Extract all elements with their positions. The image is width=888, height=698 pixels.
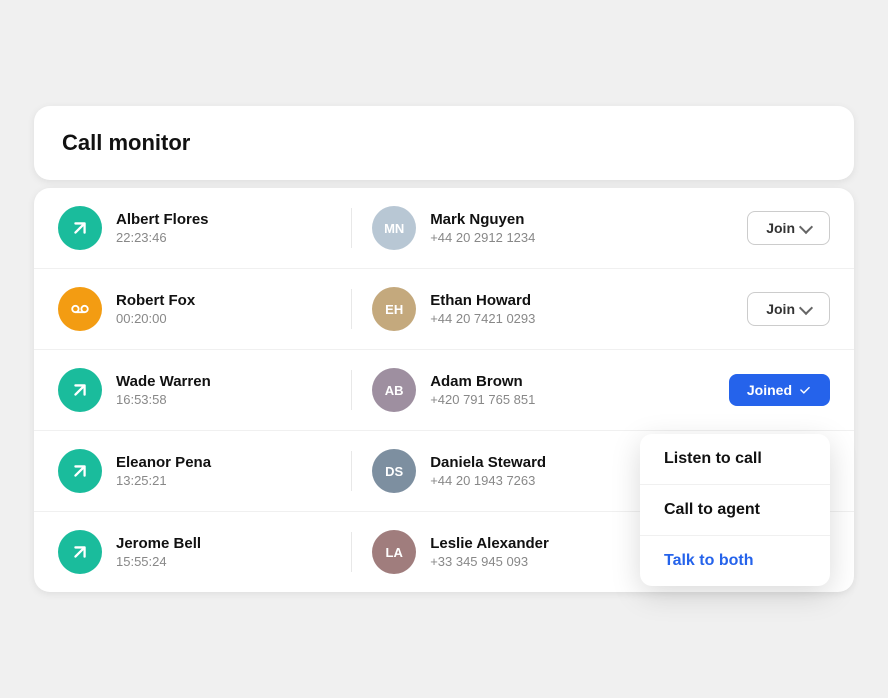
customer-initials: EH <box>385 302 403 317</box>
divider <box>351 289 352 329</box>
agent-avatar <box>58 206 102 250</box>
voicemail-icon <box>69 298 91 320</box>
join-button[interactable]: Join <box>747 211 830 245</box>
agent-name: Robert Fox <box>116 292 195 309</box>
call-row: Wade Warren 16:53:58 AB Adam Brown +420 … <box>34 350 854 431</box>
customer-phone: +44 20 7421 0293 <box>430 311 535 326</box>
divider <box>351 370 352 410</box>
agent-avatar <box>58 449 102 493</box>
call-monitor-list: Albert Flores 22:23:46 MN Mark Nguyen +4… <box>34 188 854 592</box>
app-wrapper: Call monitor Albert Flores 22:23:46 MN <box>34 106 854 592</box>
agent-avatar <box>58 368 102 412</box>
customer-info: Leslie Alexander +33 345 945 093 <box>430 535 549 569</box>
agent-name: Eleanor Pena <box>116 454 211 471</box>
customer-phone: +420 791 765 851 <box>430 392 535 407</box>
customer-name: Ethan Howard <box>430 292 535 309</box>
page-title: Call monitor <box>62 130 826 156</box>
customer-photo: EH <box>372 287 416 331</box>
agent-time: 00:20:00 <box>116 311 195 326</box>
customer-initials: MN <box>384 221 404 236</box>
talk-to-both-item[interactable]: Talk to both <box>640 536 830 586</box>
customer-section: AB Adam Brown +420 791 765 851 <box>372 368 700 412</box>
agent-section: Wade Warren 16:53:58 <box>58 368 331 412</box>
customer-info: Adam Brown +420 791 765 851 <box>430 373 535 407</box>
agent-info: Eleanor Pena 13:25:21 <box>116 454 211 488</box>
agent-time: 13:25:21 <box>116 473 211 488</box>
agent-time: 15:55:24 <box>116 554 201 569</box>
customer-phone: +44 20 2912 1234 <box>430 230 535 245</box>
agent-section: Eleanor Pena 13:25:21 <box>58 449 331 493</box>
listen-to-call-item[interactable]: Listen to call <box>640 434 830 485</box>
chevron-down-icon <box>799 300 813 314</box>
customer-name: Leslie Alexander <box>430 535 549 552</box>
customer-photo: AB <box>372 368 416 412</box>
customer-phone: +44 20 1943 7263 <box>430 473 546 488</box>
customer-name: Daniela Steward <box>430 454 546 471</box>
customer-initials: LA <box>386 545 403 560</box>
checkmark-icon <box>798 383 812 397</box>
arrow-up-right-icon <box>69 460 91 482</box>
agent-avatar <box>58 287 102 331</box>
agent-section: Albert Flores 22:23:46 <box>58 206 331 250</box>
join-button[interactable]: Join <box>747 292 830 326</box>
customer-info: Ethan Howard +44 20 7421 0293 <box>430 292 535 326</box>
customer-phone: +33 345 945 093 <box>430 554 549 569</box>
divider <box>351 208 352 248</box>
joined-label: Joined <box>747 382 792 398</box>
join-label: Join <box>766 220 795 236</box>
agent-name: Albert Flores <box>116 211 209 228</box>
agent-name: Jerome Bell <box>116 535 201 552</box>
agent-section: Robert Fox 00:20:00 <box>58 287 331 331</box>
agent-section: Jerome Bell 15:55:24 <box>58 530 331 574</box>
customer-info: Daniela Steward +44 20 1943 7263 <box>430 454 546 488</box>
agent-time: 22:23:46 <box>116 230 209 245</box>
chevron-down-icon <box>799 219 813 233</box>
joined-button[interactable]: Joined <box>729 374 830 406</box>
header-card: Call monitor <box>34 106 854 180</box>
agent-time: 16:53:58 <box>116 392 211 407</box>
customer-initials: DS <box>385 464 403 479</box>
arrow-up-right-icon <box>69 541 91 563</box>
customer-initials: AB <box>385 383 404 398</box>
action-area: Join <box>700 292 830 326</box>
agent-info: Robert Fox 00:20:00 <box>116 292 195 326</box>
agent-avatar <box>58 530 102 574</box>
call-row: Albert Flores 22:23:46 MN Mark Nguyen +4… <box>34 188 854 269</box>
join-label: Join <box>766 301 795 317</box>
agent-info: Wade Warren 16:53:58 <box>116 373 211 407</box>
customer-section: EH Ethan Howard +44 20 7421 0293 <box>372 287 700 331</box>
call-row: Robert Fox 00:20:00 EH Ethan Howard +44 … <box>34 269 854 350</box>
divider <box>351 451 352 491</box>
agent-name: Wade Warren <box>116 373 211 390</box>
customer-photo: DS <box>372 449 416 493</box>
customer-info: Mark Nguyen +44 20 2912 1234 <box>430 211 535 245</box>
customer-photo: MN <box>372 206 416 250</box>
divider <box>351 532 352 572</box>
agent-info: Albert Flores 22:23:46 <box>116 211 209 245</box>
agent-info: Jerome Bell 15:55:24 <box>116 535 201 569</box>
action-area: Joined Listen to call Call to agent Talk… <box>700 374 830 406</box>
dropdown-menu: Listen to call Call to agent Talk to bot… <box>640 434 830 586</box>
customer-name: Adam Brown <box>430 373 535 390</box>
customer-name: Mark Nguyen <box>430 211 535 228</box>
customer-section: MN Mark Nguyen +44 20 2912 1234 <box>372 206 700 250</box>
arrow-up-right-icon <box>69 379 91 401</box>
customer-photo: LA <box>372 530 416 574</box>
action-area: Join <box>700 211 830 245</box>
call-to-agent-item[interactable]: Call to agent <box>640 485 830 536</box>
arrow-up-right-icon <box>69 217 91 239</box>
